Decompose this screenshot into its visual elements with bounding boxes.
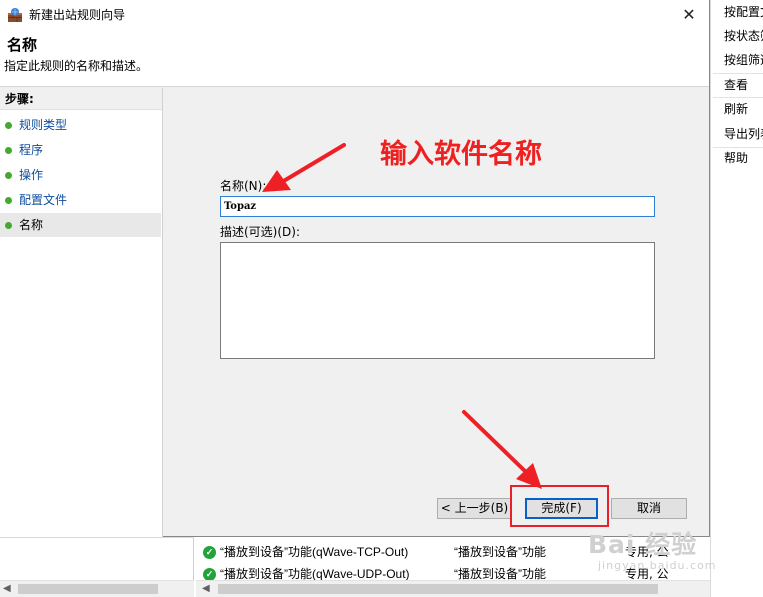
step-rule-type[interactable]: 规则类型 [0, 113, 161, 137]
step-name[interactable]: 名称 [0, 213, 161, 237]
action-label: 按配置文件筛选 [724, 5, 763, 19]
page-description: 指定此规则的名称和描述。 [4, 59, 149, 73]
console-tree-scrollbar[interactable]: ◀ [0, 580, 194, 597]
rule-group: “播放到设备”功能 [454, 545, 546, 559]
step-profile[interactable]: 配置文件 [0, 188, 161, 212]
step-program[interactable]: 程序 [0, 138, 161, 162]
action-filter-by-group[interactable]: 按组筛选 [711, 50, 763, 70]
step-label: 名称 [19, 218, 44, 232]
wizard-header: 名称 指定此规则的名称和描述。 [0, 30, 709, 87]
action-export-list[interactable]: 导出列表 [711, 124, 763, 144]
scroll-left-icon[interactable]: ◀ [3, 583, 11, 594]
description-label: 描述(可选)(D): [220, 225, 301, 239]
finish-highlight-box [510, 485, 609, 527]
action-label: 查看 [724, 78, 749, 92]
title-bar: 新建出站规则向导 ✕ [0, 0, 709, 30]
step-label: 操作 [19, 168, 44, 182]
window-title: 新建出站规则向导 [29, 8, 126, 22]
annotation-text: 输入软件名称 [380, 139, 542, 170]
step-dot-icon [5, 197, 12, 204]
step-dot-icon [5, 172, 12, 179]
action-separator [713, 97, 763, 98]
cancel-button[interactable]: 取消 [611, 498, 687, 519]
scroll-thumb[interactable] [218, 584, 658, 594]
close-icon: ✕ [682, 5, 696, 24]
close-button[interactable]: ✕ [669, 0, 709, 30]
steps-title: 步骤: [0, 88, 162, 110]
new-outbound-rule-wizard: 新建出站规则向导 ✕ 名称 指定此规则的名称和描述。 步骤: 规则类型 程序 操… [0, 0, 710, 537]
name-label: 名称(N): [220, 179, 267, 193]
name-input[interactable]: Topaz [220, 196, 655, 217]
action-filter-by-state[interactable]: 按状态筛选 [711, 26, 763, 46]
action-label: 导出列表 [724, 127, 763, 141]
page-title: 名称 [7, 36, 38, 54]
action-filter-by-profile[interactable]: 按配置文件筛选 [711, 2, 763, 22]
scroll-thumb[interactable] [18, 584, 158, 594]
watermark-sub: jingyan.baidu.com [598, 559, 717, 572]
step-dot-icon [5, 122, 12, 129]
enabled-check-icon: ✓ [203, 546, 216, 559]
action-help[interactable]: 帮助 [711, 148, 763, 168]
step-label: 配置文件 [19, 193, 68, 207]
action-refresh[interactable]: 刷新 [711, 99, 763, 119]
description-textarea[interactable] [220, 242, 655, 359]
action-view[interactable]: 查看 [711, 75, 763, 95]
back-button[interactable]: < 上一步(B) [437, 498, 512, 519]
action-label: 按状态筛选 [724, 29, 763, 43]
step-dot-icon [5, 222, 12, 229]
watermark-main: Bai 经验 [588, 530, 698, 559]
steps-panel: 步骤: 规则类型 程序 操作 配置文件 名称 [0, 88, 163, 537]
step-action[interactable]: 操作 [0, 163, 161, 187]
action-label: 刷新 [724, 102, 749, 116]
step-label: 程序 [19, 143, 44, 157]
rules-table-scrollbar[interactable]: ◀ [196, 580, 710, 597]
action-label: 按组筛选 [724, 53, 763, 67]
action-label: 帮助 [724, 151, 749, 165]
watermark: Bai 经验 jingyan.baidu.com [588, 530, 717, 572]
firewall-icon [8, 8, 22, 22]
actions-pane: 按配置文件筛选 按状态筛选 按组筛选 查看 刷新 导出列表 帮助 [710, 0, 763, 597]
step-dot-icon [5, 147, 12, 154]
step-label: 规则类型 [19, 118, 68, 132]
action-separator [713, 73, 763, 74]
scroll-left-icon[interactable]: ◀ [202, 583, 210, 594]
rule-name: “播放到设备”功能(qWave-TCP-Out) [220, 545, 409, 559]
